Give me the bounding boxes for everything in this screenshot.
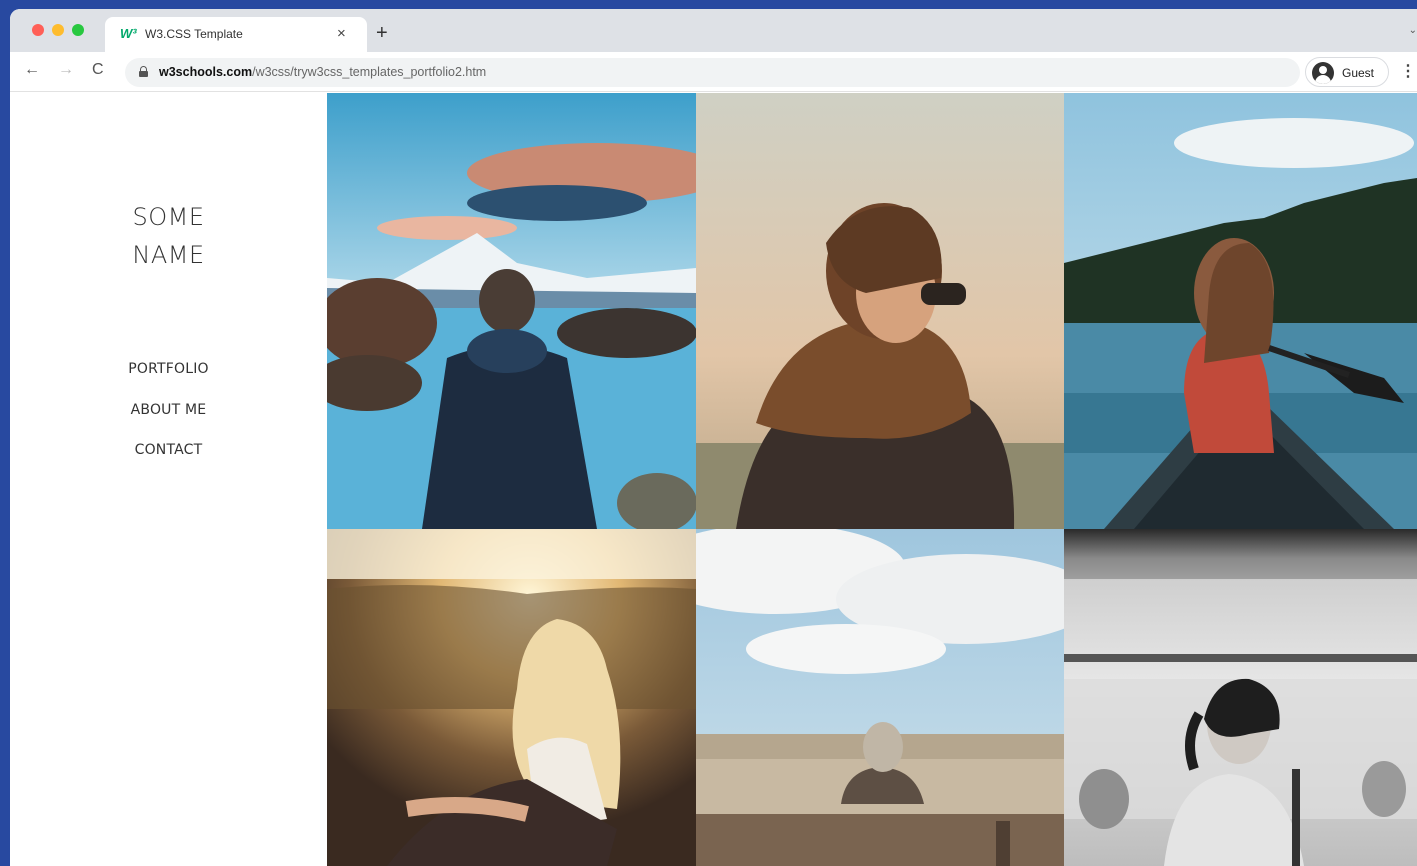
browser-tab[interactable]: W³ W3.CSS Template × — [105, 17, 367, 52]
profile-label: Guest — [1342, 66, 1375, 80]
gallery-photo-bench-landscape[interactable] — [696, 529, 1064, 866]
browser-window: W³ W3.CSS Template × + ⌄ ← → C w3schools… — [10, 9, 1417, 866]
nav-link-portfolio[interactable]: PORTFOLIO — [10, 361, 327, 377]
tab-close-icon[interactable]: × — [337, 25, 346, 42]
tab-title: W3.CSS Template — [145, 27, 243, 41]
back-arrow-icon[interactable]: ← — [24, 61, 40, 79]
lock-icon[interactable] — [139, 66, 148, 77]
w3schools-favicon-icon: W³ — [120, 26, 137, 41]
tab-search-chevron-icon[interactable]: ⌄ — [1409, 25, 1417, 36]
new-tab-button[interactable]: + — [376, 23, 388, 43]
minimize-window-button[interactable] — [52, 24, 64, 36]
gallery-photo-scarf-portrait[interactable] — [696, 93, 1064, 529]
profile-button[interactable]: Guest — [1305, 57, 1389, 87]
gallery-photo-mountain-lake[interactable] — [327, 93, 696, 529]
address-bar[interactable]: w3schools.com/w3css/tryw3css_templates_p… — [125, 58, 1300, 87]
url-host: w3schools.com — [159, 65, 253, 79]
url-path: /w3css/tryw3css_templates_portfolio2.htm — [252, 65, 487, 79]
nav-link-about-me[interactable]: ABOUT ME — [10, 402, 327, 418]
web-page: SOME NAME PORTFOLIO ABOUT ME CONTACT — [10, 93, 1417, 866]
browser-menu-icon[interactable]: ⋮ — [1400, 61, 1416, 81]
site-name: SOME NAME — [10, 198, 327, 274]
nav-link-contact[interactable]: CONTACT — [10, 442, 327, 458]
forward-arrow-icon[interactable]: → — [58, 61, 74, 79]
gallery-photo-canoe-lake[interactable] — [1064, 93, 1417, 529]
browser-toolbar: ← → C w3schools.com/w3css/tryw3css_templ… — [10, 52, 1417, 92]
gallery-photo-sunlit-woman[interactable] — [327, 529, 696, 866]
tab-strip: W³ W3.CSS Template × + ⌄ — [10, 9, 1417, 52]
site-name-line1: SOME — [132, 203, 205, 231]
account-icon — [1312, 62, 1334, 84]
close-window-button[interactable] — [32, 24, 44, 36]
maximize-window-button[interactable] — [72, 24, 84, 36]
photo-gallery — [327, 93, 1417, 866]
reload-icon[interactable]: C — [92, 61, 104, 79]
site-name-line2: NAME — [132, 241, 205, 269]
sidebar: SOME NAME PORTFOLIO ABOUT ME CONTACT — [10, 93, 327, 866]
gallery-photo-subway[interactable] — [1064, 529, 1417, 866]
url-text[interactable]: w3schools.com/w3css/tryw3css_templates_p… — [159, 65, 486, 79]
